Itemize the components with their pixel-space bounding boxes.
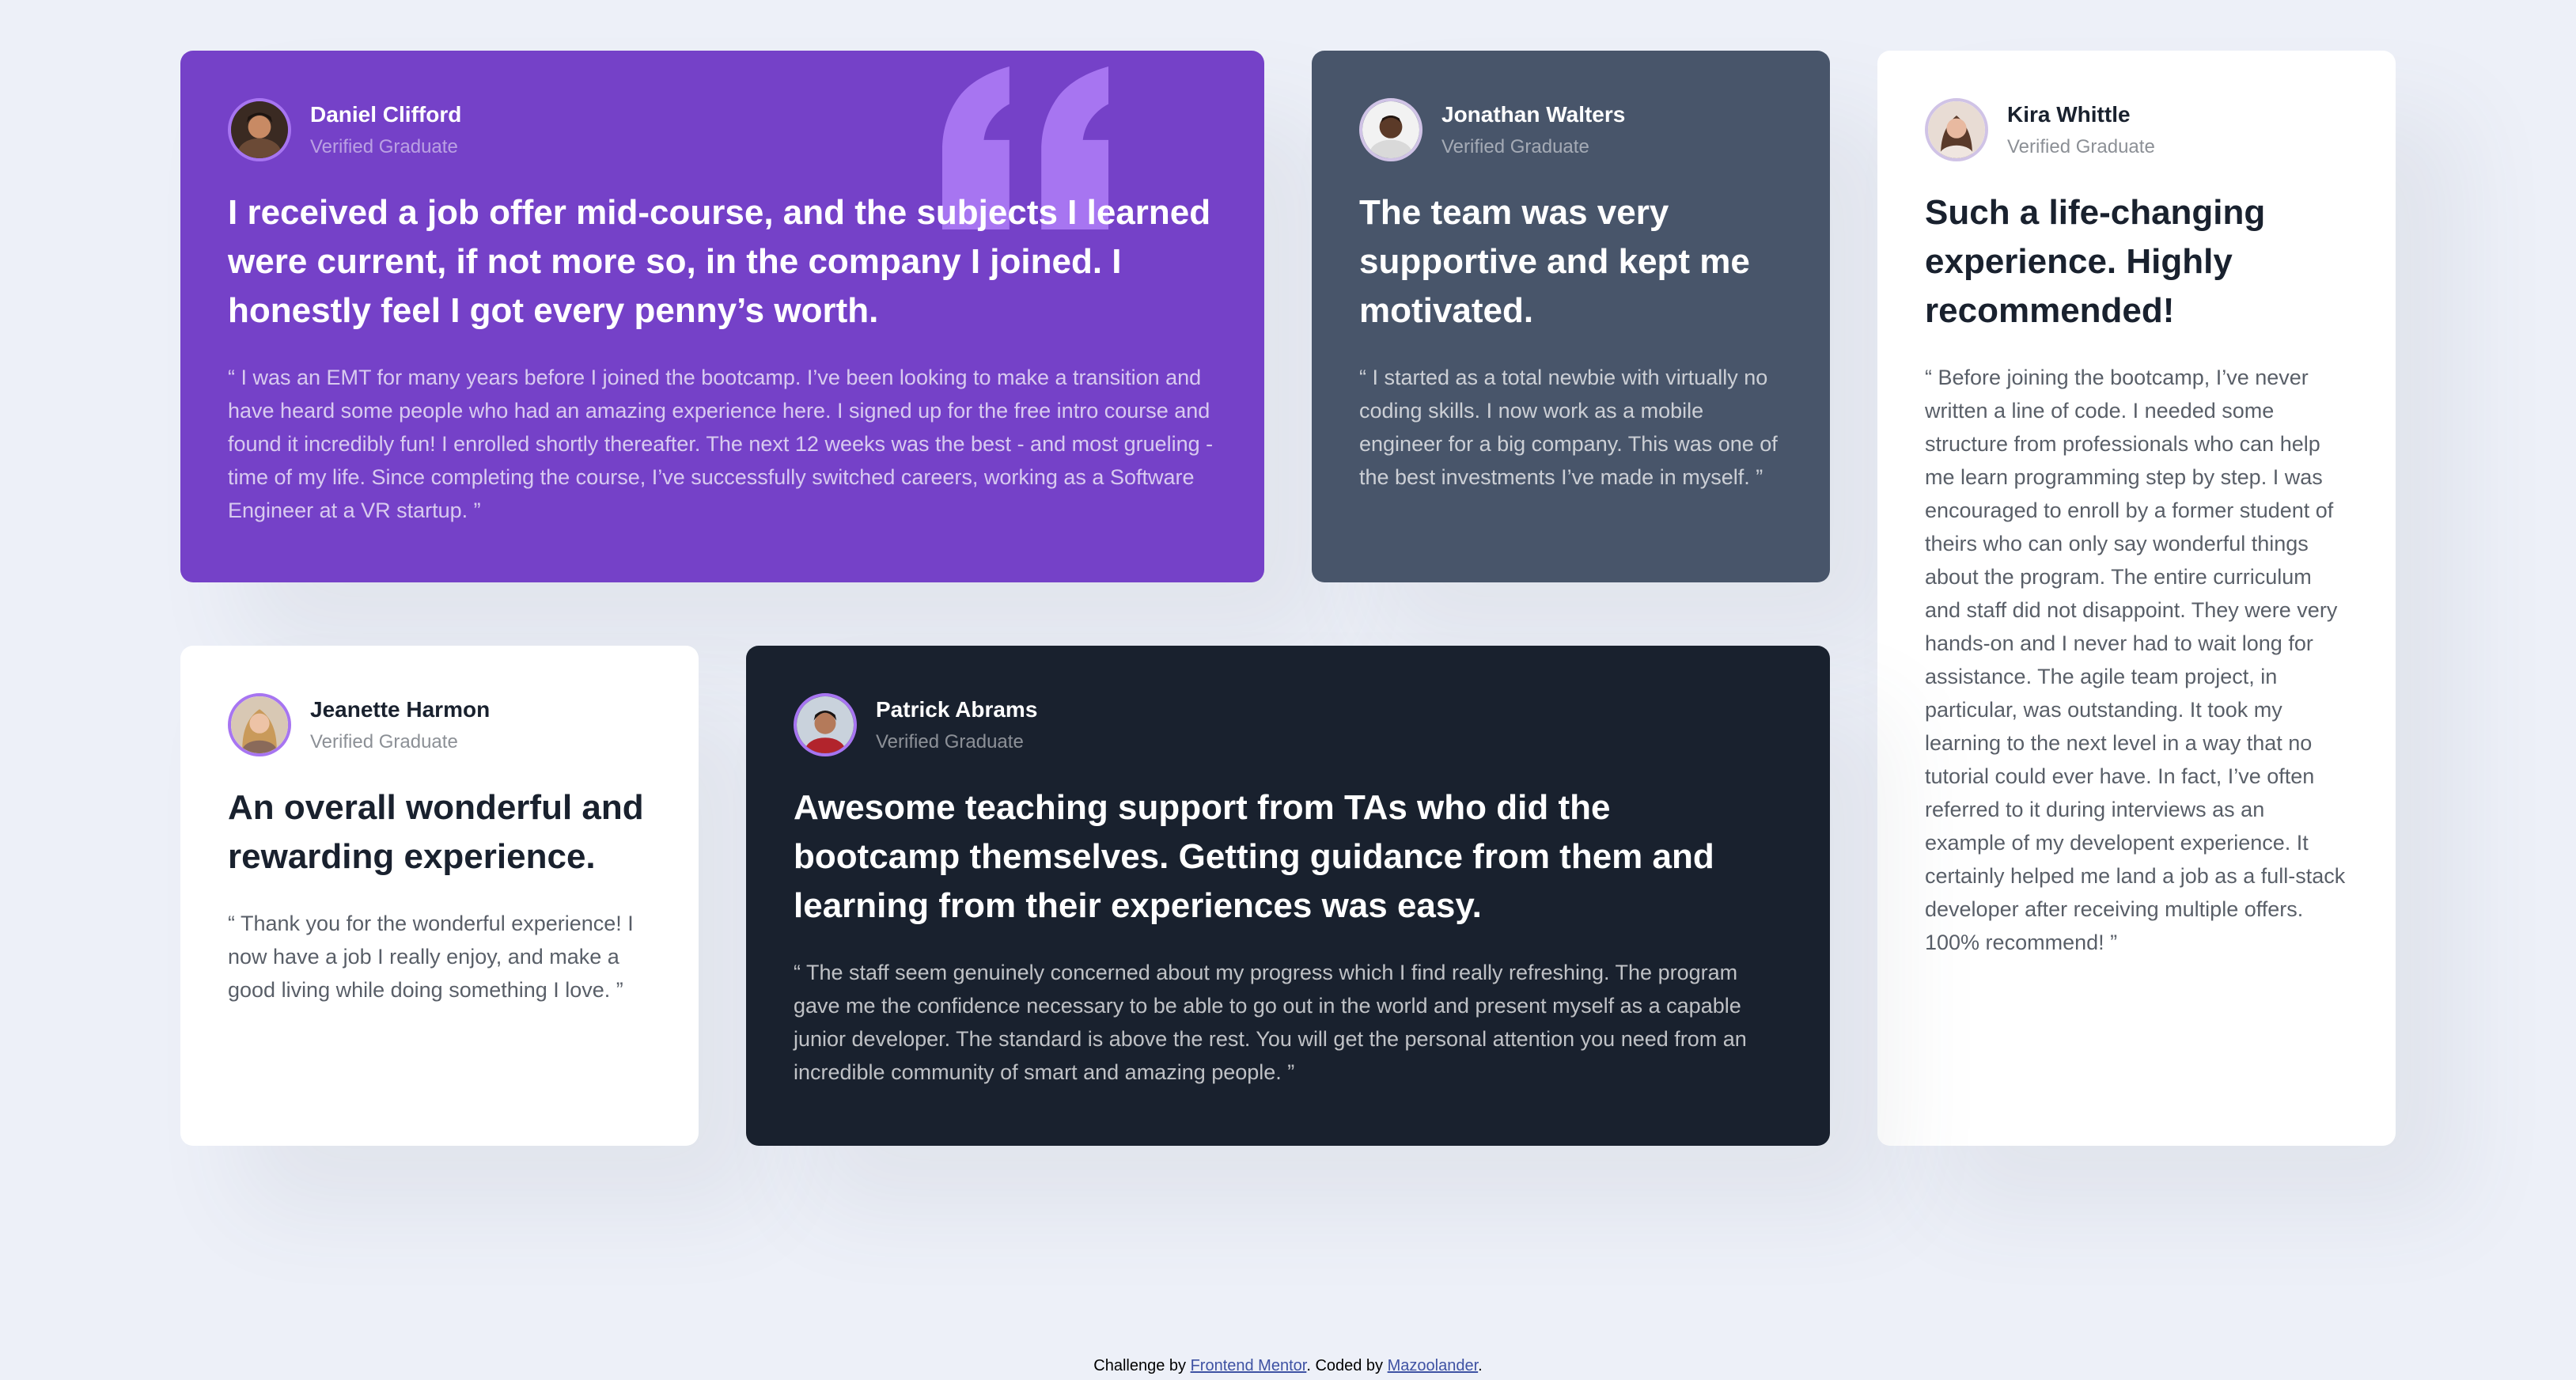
testimonial-card-jeanette-harmon: Jeanette Harmon Verified Graduate An ove… <box>180 646 699 1146</box>
avatar-kira-whittle <box>1925 98 1988 161</box>
author-meta: Jeanette Harmon Verified Graduate <box>310 696 490 754</box>
author-meta: Kira Whittle Verified Graduate <box>2007 100 2155 159</box>
testimonials-grid: Daniel Clifford Verified Graduate I rece… <box>180 51 2396 1146</box>
author-role: Verified Graduate <box>2007 136 2155 157</box>
author-role: Verified Graduate <box>310 136 458 157</box>
author-name: Patrick Abrams <box>876 697 1038 722</box>
author-link[interactable]: Mazoolander <box>1388 1357 1479 1374</box>
testimonial-body: “ Thank you for the wonderful experience… <box>228 912 634 1002</box>
author-meta: Jonathan Walters Verified Graduate <box>1441 100 1625 159</box>
author-header: Patrick Abrams Verified Graduate <box>794 693 1782 756</box>
testimonial-headline: An overall wonderful and rewarding exper… <box>228 788 644 876</box>
author-header: Jeanette Harmon Verified Graduate <box>228 693 651 756</box>
avatar-daniel-clifford <box>228 98 291 161</box>
testimonial-card-daniel-clifford: Daniel Clifford Verified Graduate I rece… <box>180 51 1264 582</box>
attribution-suffix: . <box>1478 1357 1483 1374</box>
attribution-middle: . Coded by <box>1306 1357 1388 1374</box>
author-role: Verified Graduate <box>876 731 1024 753</box>
testimonial-body: “ I was an EMT for many years before I j… <box>228 366 1214 522</box>
testimonial-headline: I received a job offer mid-course, and t… <box>228 193 1211 330</box>
attribution-footer: Challenge by Frontend Mentor. Coded by M… <box>0 1353 2576 1378</box>
author-role: Verified Graduate <box>310 731 458 753</box>
testimonial-headline: Such a life-changing experience. Highly … <box>1925 193 2266 330</box>
testimonial-card-jonathan-walters: Jonathan Walters Verified Graduate The t… <box>1312 51 1830 582</box>
testimonial-headline: Awesome teaching support from TAs who di… <box>794 788 1714 925</box>
author-name: Jonathan Walters <box>1441 102 1626 127</box>
avatar-patrick-abrams <box>794 693 857 756</box>
frontend-mentor-link[interactable]: Frontend Mentor <box>1191 1357 1307 1374</box>
testimonial-headline: The team was very supportive and kept me… <box>1359 193 1750 330</box>
avatar-jonathan-walters <box>1359 98 1422 161</box>
author-header: Jonathan Walters Verified Graduate <box>1359 98 1782 161</box>
testimonial-card-kira-whittle: Kira Whittle Verified Graduate Such a li… <box>1877 51 2396 1146</box>
author-name: Daniel Clifford <box>310 102 462 127</box>
author-name: Jeanette Harmon <box>310 697 491 722</box>
testimonial-body: “ Before joining the bootcamp, I’ve neve… <box>1925 366 2346 954</box>
author-header: Kira Whittle Verified Graduate <box>1925 98 2348 161</box>
author-meta: Patrick Abrams Verified Graduate <box>876 696 1037 754</box>
author-meta: Daniel Clifford Verified Graduate <box>310 100 461 159</box>
attribution-prefix: Challenge by <box>1093 1357 1191 1374</box>
author-role: Verified Graduate <box>1441 136 1589 157</box>
author-name: Kira Whittle <box>2007 102 2131 127</box>
testimonial-card-patrick-abrams: Patrick Abrams Verified Graduate Awesome… <box>746 646 1830 1146</box>
avatar-jeanette-harmon <box>228 693 291 756</box>
testimonial-body: “ I started as a total newbie with virtu… <box>1359 366 1778 489</box>
testimonial-body: “ The staff seem genuinely concerned abo… <box>794 961 1747 1084</box>
author-header: Daniel Clifford Verified Graduate <box>228 98 1217 161</box>
